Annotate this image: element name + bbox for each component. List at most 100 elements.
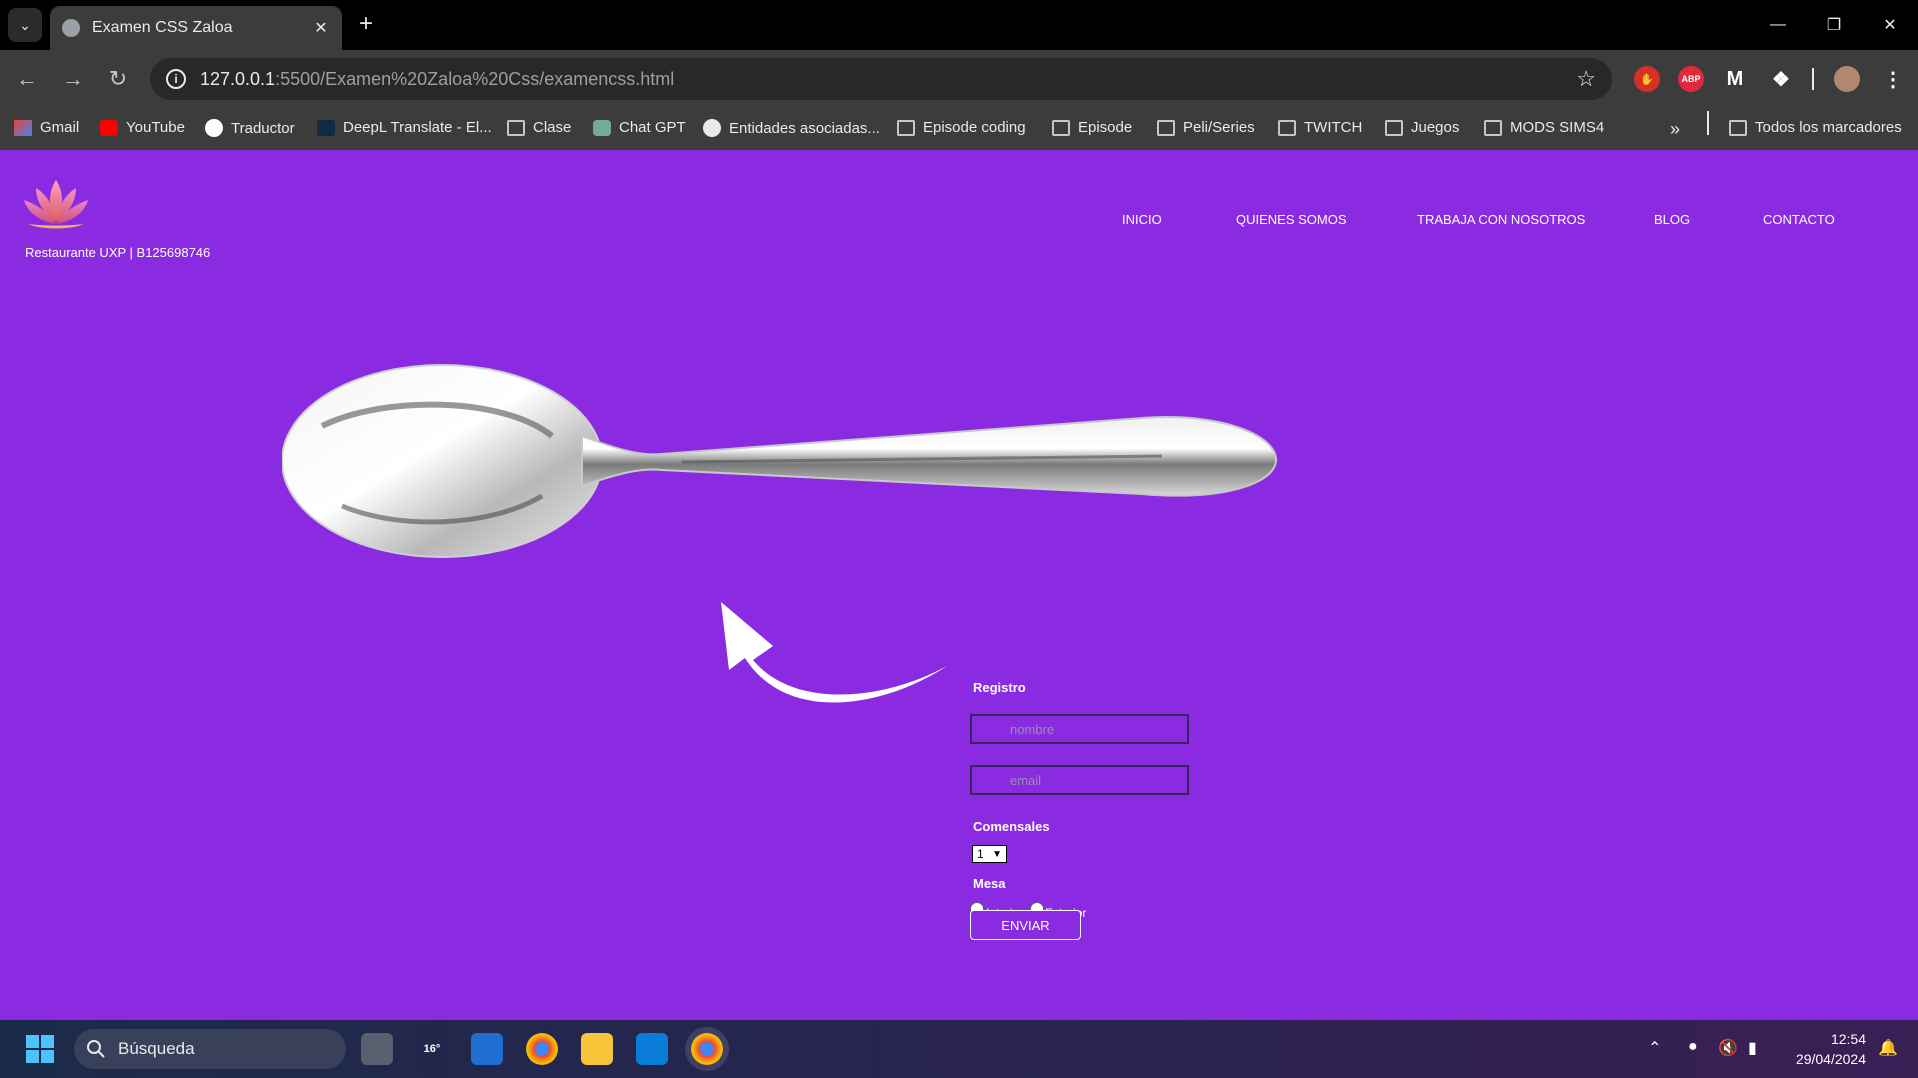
weather-widget-icon[interactable]: 16°	[416, 1033, 448, 1065]
nav-trabaja-con-nosotros[interactable]: TRABAJA CON NOSOTROS	[1417, 212, 1585, 227]
bookmark-label: Gmail	[40, 119, 80, 136]
bookmarks-bar: Gmail YouTube Traductor DeepL Translate …	[0, 108, 1918, 150]
bookmark-label: Episode coding	[923, 119, 1026, 136]
bookmark-label: Clase	[533, 119, 572, 136]
menu-kebab-icon[interactable]: ⋮	[1880, 66, 1906, 92]
globe-icon	[703, 119, 721, 137]
globe-icon	[62, 19, 80, 37]
bookmark-label: Entidades asociadas...	[729, 119, 880, 137]
bookmark-youtube[interactable]: YouTube	[100, 119, 185, 136]
tab-title: Examen CSS Zaloa	[92, 19, 233, 36]
extensions-puzzle-icon[interactable]: ❖	[1768, 66, 1794, 92]
bookmark-chatgpt[interactable]: Chat GPT	[593, 119, 686, 136]
clock-time: 12:54	[1830, 1031, 1866, 1047]
nav-blog[interactable]: BLOG	[1654, 212, 1690, 227]
google-icon	[205, 119, 223, 137]
chevron-up-icon[interactable]: ⌃	[1648, 1038, 1661, 1058]
widgets-icon[interactable]	[471, 1033, 503, 1065]
guests-label: Comensales	[973, 819, 1050, 834]
windows-taskbar: Búsqueda 16° ⌃ ● 🔇 ▮ 12:54 29/04/2024 🔔	[0, 1020, 1918, 1078]
vscode-icon[interactable]	[636, 1033, 668, 1065]
folder-icon	[1278, 119, 1296, 136]
gmail-icon	[14, 119, 32, 136]
guests-select[interactable]: 1 ▼	[972, 845, 1007, 863]
bookmark-label: TWITCH	[1304, 119, 1363, 136]
bookmark-folder-twitch[interactable]: TWITCH	[1278, 119, 1362, 136]
bookmark-folder-clase[interactable]: Clase	[507, 119, 571, 136]
hand-extension-icon[interactable]: ✋	[1634, 66, 1660, 92]
company-info: Restaurante UXP | B125698746	[25, 245, 211, 260]
bookmark-label: Juegos	[1411, 119, 1460, 136]
nav-quienes-somos[interactable]: QUIENES SOMOS	[1236, 212, 1347, 227]
taskbar-search-placeholder: Búsqueda	[118, 1039, 195, 1058]
bookmark-folder-juegos[interactable]: Juegos	[1385, 119, 1459, 136]
file-explorer-icon[interactable]	[581, 1033, 613, 1065]
volume-muted-icon[interactable]: 🔇	[1718, 1038, 1738, 1058]
youtube-icon	[100, 119, 118, 136]
tab-active[interactable]: Examen CSS Zaloa ✕	[50, 6, 342, 50]
bookmark-label: YouTube	[126, 119, 185, 136]
bookmark-traductor[interactable]: Traductor	[205, 119, 295, 137]
forward-button[interactable]: →	[58, 64, 88, 94]
close-window-button[interactable]: ✕	[1862, 0, 1918, 50]
windows-start-icon[interactable]	[24, 1033, 56, 1065]
minimize-button[interactable]: —	[1750, 0, 1806, 50]
bookmarks-divider	[1707, 111, 1709, 135]
back-button[interactable]: ←	[12, 64, 42, 94]
close-icon[interactable]: ✕	[312, 18, 330, 38]
bookmark-folder-mods-sims4[interactable]: MODS SIMS4	[1484, 119, 1604, 136]
chrome-profile-icon[interactable]	[691, 1033, 723, 1065]
curved-arrow	[721, 602, 947, 703]
bookmark-deepl[interactable]: DeepL Translate - El...	[317, 119, 492, 136]
profile-avatar[interactable]	[1834, 66, 1860, 92]
bookmark-label: Traductor	[231, 119, 295, 137]
folder-icon	[1157, 119, 1175, 136]
name-input[interactable]	[970, 714, 1189, 744]
weather-temp: 16°	[423, 1043, 441, 1055]
chatgpt-icon	[593, 119, 611, 136]
deepl-icon	[317, 119, 335, 136]
notification-bell-icon[interactable]: 🔔	[1878, 1038, 1898, 1058]
bookmark-folder-episode[interactable]: Episode	[1052, 119, 1132, 136]
new-tab-button[interactable]: +	[352, 10, 380, 38]
web-page: Restaurante UXP | B125698746 INICIO QUIE…	[0, 150, 1918, 1020]
bookmark-folder-peli-series[interactable]: Peli/Series	[1157, 119, 1255, 136]
chevron-down-icon: ⌄	[19, 16, 31, 33]
bookmark-folder-episode-coding[interactable]: Episode coding	[897, 119, 1026, 136]
all-bookmarks-button[interactable]: Todos los marcadores	[1729, 119, 1902, 136]
bookmark-gmail[interactable]: Gmail	[14, 119, 79, 136]
site-info-icon[interactable]: i	[166, 69, 186, 89]
submit-button[interactable]: ENVIAR	[970, 910, 1081, 940]
folder-icon	[897, 119, 915, 136]
bookmark-label: Chat GPT	[619, 119, 686, 136]
bookmark-label: DeepL Translate - El...	[343, 119, 492, 136]
form-title: Registro	[973, 680, 1026, 695]
battery-icon[interactable]: ▮	[1748, 1038, 1757, 1058]
task-view-icon[interactable]	[361, 1033, 393, 1065]
bookmarks-overflow-button[interactable]: »	[1670, 119, 1680, 140]
address-bar[interactable]: i 127.0.0.1 :5500/Examen%20Zaloa%20Css/e…	[150, 58, 1612, 100]
tab-search-button[interactable]: ⌄	[8, 8, 42, 42]
restore-button[interactable]: ❐	[1806, 0, 1862, 50]
bookmark-entidades[interactable]: Entidades asociadas...	[703, 119, 880, 137]
email-input[interactable]	[970, 765, 1189, 795]
reload-button[interactable]: ↻	[103, 64, 133, 94]
taskbar-search[interactable]: Búsqueda	[74, 1029, 346, 1069]
malwarebytes-extension-icon[interactable]: Μ	[1722, 66, 1748, 92]
adblock-extension-icon[interactable]: ABP	[1678, 66, 1704, 92]
guests-select-value: 1	[977, 847, 984, 861]
chrome-icon[interactable]	[526, 1033, 558, 1065]
folder-icon	[1729, 119, 1747, 136]
url-path: :5500/Examen%20Zaloa%20Css/examencss.htm…	[275, 68, 675, 89]
folder-icon	[1385, 119, 1403, 136]
clock-date: 29/04/2024	[1795, 1051, 1866, 1067]
folder-icon	[1484, 119, 1502, 136]
lotus-logo	[24, 180, 88, 229]
nav-contacto[interactable]: CONTACTO	[1763, 212, 1835, 227]
taskbar-clock[interactable]: 12:54 29/04/2024	[1786, 1029, 1866, 1069]
wifi-icon[interactable]: ●	[1688, 1038, 1698, 1056]
nav-inicio[interactable]: INICIO	[1122, 212, 1162, 227]
spoon-image	[282, 364, 1278, 558]
bookmark-label: Episode	[1078, 119, 1133, 136]
bookmark-star-icon[interactable]: ☆	[1576, 66, 1596, 92]
